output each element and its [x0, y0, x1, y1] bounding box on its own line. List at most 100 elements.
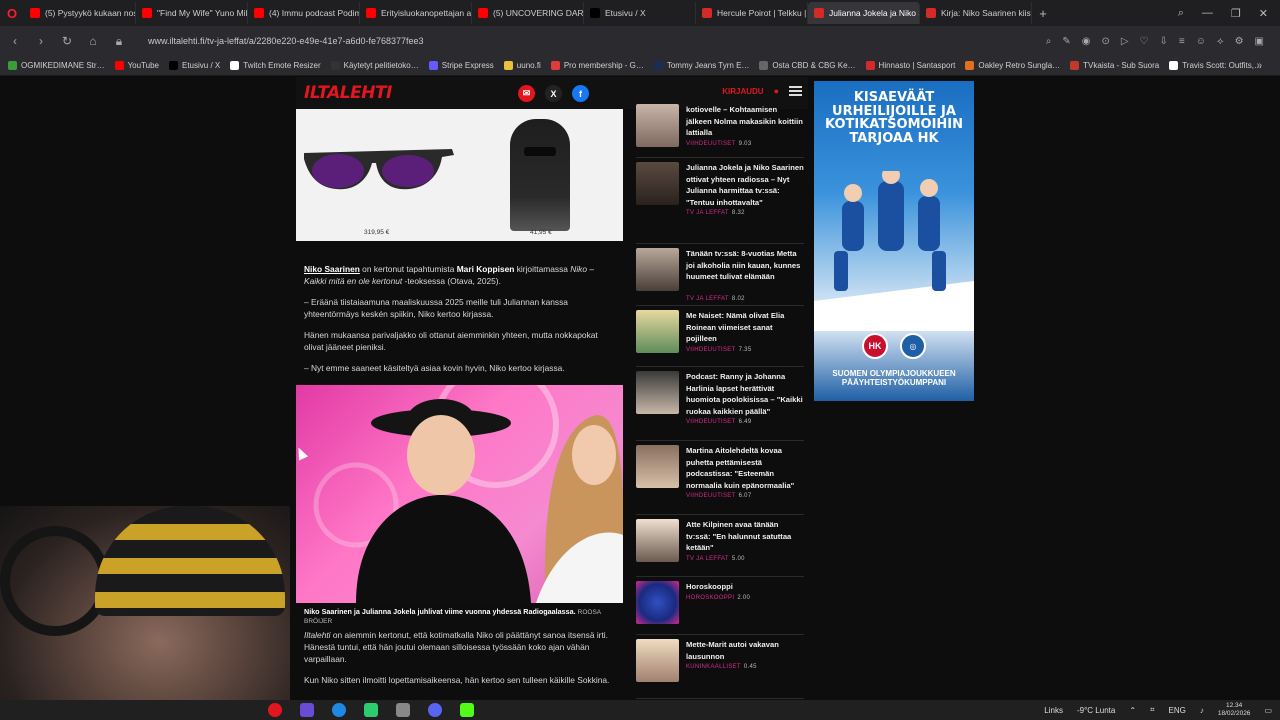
network-icon[interactable]: ⌗ — [1150, 705, 1155, 715]
maximize-button[interactable]: ❐ — [1231, 7, 1241, 20]
news-title[interactable]: Mette-Marit autoi vakavan lausunnon — [686, 639, 804, 662]
hk-advertisement[interactable]: KISAEVÄÄT URHEILIJOILLE JA KOTIKATSOMOIH… — [814, 81, 974, 401]
news-list-item[interactable]: Mette-Marit autoi vakavan lausunnon KUNIN… — [636, 639, 804, 699]
news-thumbnail[interactable] — [636, 248, 679, 291]
article-photo[interactable] — [296, 385, 623, 603]
bookmark-item[interactable]: Tommy Jeans Tyrn E… — [653, 61, 749, 70]
bookmark-item[interactable]: YouTube — [114, 61, 159, 70]
bookmark-item[interactable]: Oakley Retro Sungla… — [965, 61, 1060, 70]
bookmark-item[interactable]: OGMIKEDIMANE Str… — [8, 61, 105, 70]
bookmark-item[interactable]: Hinnasto | Santasport — [865, 61, 955, 70]
extensions-icon[interactable]: ⊙ — [1101, 36, 1109, 47]
discord-taskbar-icon[interactable] — [428, 703, 442, 717]
shield-taskbar-icon[interactable] — [396, 703, 410, 717]
product-carousel[interactable]: 319,95 € 41,95 € — [296, 109, 623, 241]
news-list-item[interactable]: Julianna Jokela ja Niko Saarinen ottivat… — [636, 162, 804, 244]
balaclava-product-image[interactable] — [510, 119, 570, 231]
more-bookmarks-button[interactable]: » — [1256, 60, 1262, 71]
forward-button[interactable]: › — [34, 34, 48, 48]
bookmark-item[interactable]: TVkaista - Sub Suora — [1070, 61, 1159, 70]
login-link[interactable]: KIRJAUDU — [722, 87, 763, 96]
news-thumbnail[interactable] — [636, 162, 679, 205]
browser-tab[interactable]: (5) Pystyykö kukaan nostamaan… — [24, 2, 136, 24]
close-window-button[interactable]: ✕ — [1259, 7, 1268, 20]
bookmark-item[interactable]: Stripe Express — [428, 61, 494, 70]
app-taskbar-icon[interactable] — [364, 703, 378, 717]
news-list-item[interactable]: kotiovelle – Kohtaamisen jälkeen Nolma m… — [636, 104, 804, 158]
news-title[interactable]: Atte Kilpinen avaa tänään tv:ssä: "En ha… — [686, 519, 804, 554]
bookmark-item[interactable]: Twitch Emote Resizer — [230, 61, 321, 70]
news-list-item[interactable]: Podcast: Ranny ja Johanna Harlinia lapse… — [636, 371, 804, 441]
news-list-item[interactable]: Atte Kilpinen avaa tänään tv:ssä: "En ha… — [636, 519, 804, 577]
hamburger-menu-icon[interactable] — [789, 86, 802, 96]
news-list-item[interactable]: Martina Aitolehdeltä kovaa puhetta pettä… — [636, 445, 804, 515]
news-list-item[interactable]: Me Naiset: Nämä olivat Elia Roinean viim… — [636, 310, 804, 367]
bookmark-item[interactable]: Pro membership - G… — [550, 61, 644, 70]
news-list-item[interactable]: Horoskooppi HOROSKOOPPI 2.00 — [636, 581, 804, 635]
camera-icon[interactable]: ◉ — [1082, 36, 1091, 47]
bookmark-item[interactable]: Osta CBD & CBG Ke… — [759, 61, 856, 70]
browser-tab[interactable]: (5) UNCOVERING DARK E… — [472, 2, 584, 24]
email-share-icon[interactable]: ✉ — [518, 85, 535, 102]
links-toolbar[interactable]: Links — [1044, 706, 1063, 715]
news-title[interactable]: kotiovelle – Kohtaamisen jälkeen Nolma m… — [686, 104, 804, 139]
news-title[interactable]: Horoskooppi — [686, 581, 804, 593]
news-title[interactable]: Julianna Jokela ja Niko Saarinen ottivat… — [686, 162, 804, 208]
home-icon[interactable]: ⌂ — [86, 34, 100, 48]
opera-taskbar-icon[interactable] — [268, 703, 282, 717]
sunglasses-product-image[interactable] — [302, 145, 454, 195]
edge-taskbar-icon[interactable] — [332, 703, 346, 717]
news-thumbnail[interactable] — [636, 445, 679, 488]
vpn-icon[interactable]: ⟡ — [1217, 36, 1224, 47]
news-title[interactable]: Podcast: Ranny ja Johanna Harlinia lapse… — [686, 371, 804, 417]
browser-tab[interactable]: "Find My Wife" Yuno Miles… — [136, 2, 248, 24]
news-title[interactable]: Martina Aitolehdeltä kovaa puhetta pettä… — [686, 445, 804, 491]
news-thumbnail[interactable] — [636, 581, 679, 624]
iltalehti-logo[interactable]: ILTALEHTI — [304, 83, 392, 103]
bookmark-item[interactable]: Etusivu / X — [169, 61, 220, 70]
browser-tab[interactable]: Hercule Poirot | Telkku | O… — [696, 2, 808, 24]
new-tab-button[interactable]: + — [1032, 6, 1054, 21]
browser-tab[interactable]: Etusivu / X — [584, 2, 696, 24]
news-title[interactable]: Me Naiset: Nämä olivat Elia Roinean viim… — [686, 310, 804, 345]
search-tabs-icon[interactable]: ⌕ — [1178, 7, 1184, 20]
news-title[interactable]: Tänään tv:ssä: 8-vuotias Metta joi alkoh… — [686, 248, 804, 283]
browser-tab[interactable]: Julianna Jokela ja Niko Sa… — [808, 2, 920, 24]
profile-icon[interactable]: ☺ — [1196, 36, 1206, 47]
heart-icon[interactable]: ♡ — [1140, 36, 1149, 47]
play-icon[interactable]: ▷ — [1121, 36, 1129, 47]
system-clock[interactable]: 12.34 18/02/2026 — [1218, 702, 1251, 718]
notifications-icon[interactable]: ▭ — [1264, 706, 1272, 715]
edit-icon[interactable]: ✎ — [1062, 36, 1070, 47]
news-thumbnail[interactable] — [636, 104, 679, 147]
weather-widget[interactable]: -9°C Lunta — [1077, 706, 1115, 715]
url-field[interactable]: www.iltalehti.fi/tv-ja-leffat/a/2280e220… — [148, 36, 1034, 46]
kick-taskbar-icon[interactable] — [460, 703, 474, 717]
news-thumbnail[interactable] — [636, 310, 679, 353]
author-link[interactable]: Niko Saarinen — [304, 264, 360, 274]
reload-button[interactable]: ↻ — [60, 34, 74, 48]
search-icon[interactable]: ⌕ — [1046, 36, 1052, 47]
browser-tab[interactable]: Kirja: Niko Saarinen kiisti… — [920, 2, 1032, 24]
chevron-up-icon[interactable]: ⌃ — [1129, 706, 1136, 715]
bookmark-item[interactable]: Käytetyt pelitietoko… — [330, 61, 419, 70]
volume-icon[interactable]: ♪ — [1200, 706, 1204, 715]
bookmark-item[interactable]: Travis Scott: Outfits,… — [1169, 61, 1262, 70]
news-thumbnail[interactable] — [636, 371, 679, 414]
settings-icon[interactable]: ⚙ — [1235, 36, 1244, 47]
browser-tab[interactable]: (4) Immu podcast Podimo… — [248, 2, 360, 24]
aria-icon[interactable]: ▣ — [1255, 36, 1264, 47]
app-taskbar-icon[interactable] — [300, 703, 314, 717]
x-share-icon[interactable]: X — [545, 85, 562, 102]
back-button[interactable]: ‹ — [8, 34, 22, 48]
list-icon[interactable]: ≡ — [1179, 36, 1185, 47]
download-icon[interactable]: ⇩ — [1160, 36, 1168, 47]
user-icon[interactable]: ● — [774, 86, 779, 96]
bookmark-item[interactable]: uuno.fi — [503, 61, 541, 70]
language-indicator[interactable]: ENG — [1169, 706, 1186, 715]
opera-logo-icon[interactable]: O — [0, 0, 24, 26]
facebook-share-icon[interactable]: f — [572, 85, 589, 102]
news-thumbnail[interactable] — [636, 519, 679, 562]
news-thumbnail[interactable] — [636, 639, 679, 682]
news-list-item[interactable]: Tänään tv:ssä: 8-vuotias Metta joi alkoh… — [636, 248, 804, 306]
